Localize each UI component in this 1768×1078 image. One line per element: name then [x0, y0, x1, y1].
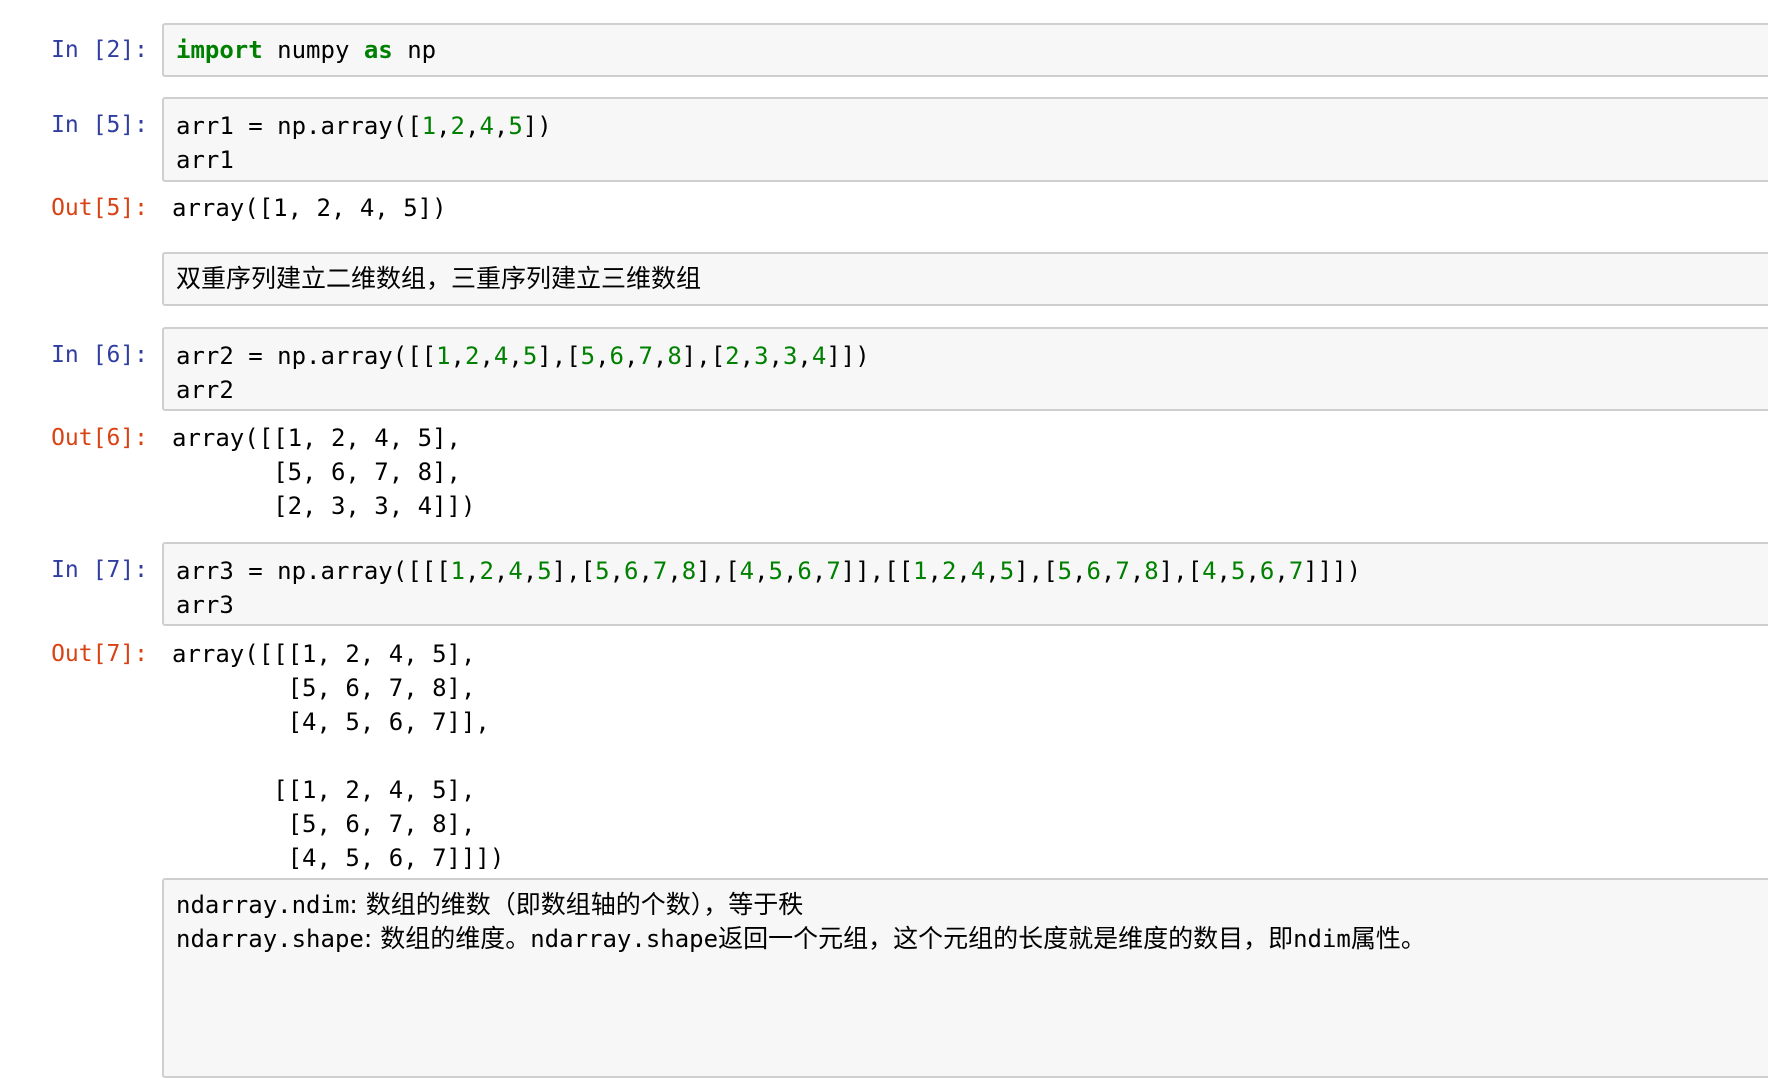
code-text: ]) — [522, 112, 552, 140]
code-line: import numpy as np — [176, 33, 436, 67]
number-literal: 4 — [811, 342, 827, 370]
number-literal: 4 — [1202, 557, 1217, 585]
number-literal: 1 — [436, 342, 451, 370]
inline-code: ndarray.shape — [176, 925, 364, 953]
number-literal: 5 — [508, 112, 523, 140]
number-literal: 1 — [421, 112, 437, 140]
code-text: numpy — [262, 36, 364, 64]
markdown-span: : 数组的维数（即数组轴的个数），等于秩 — [349, 890, 804, 919]
number-literal: 5 — [595, 557, 610, 585]
inline-code: ndarray.ndim — [176, 891, 350, 919]
input-prompt: In [5]: — [51, 112, 148, 138]
code-block: arr3 = np.array([[[1,2,4,5],[5,6,7,8],[4… — [176, 557, 1362, 619]
number-literal: 7 — [826, 557, 841, 585]
number-literal: 5 — [768, 557, 783, 585]
number-literal: 7 — [652, 557, 668, 585]
code-cell-arr2[interactable]: arr2 = np.array([[1,2,4,5],[5,6,7,8],[2,… — [162, 327, 1768, 411]
code-cell-import[interactable]: import numpy as np — [162, 23, 1768, 77]
number-literal: 8 — [1144, 557, 1159, 585]
code-cell-arr3[interactable]: arr3 = np.array([[[1,2,4,5],[5,6,7,8],[4… — [162, 542, 1768, 626]
markdown-span: 属性。 — [1350, 924, 1426, 953]
number-literal: 6 — [623, 557, 639, 585]
code-text: ]]]) — [1303, 557, 1362, 585]
number-literal: 7 — [1115, 557, 1130, 585]
code-text: arr2 — [176, 376, 234, 404]
number-literal: 5 — [1231, 557, 1246, 585]
code-text: arr3 — [176, 591, 234, 619]
code-text: arr2 = np.array([[ — [176, 342, 437, 370]
markdown-text: ndarray.ndim: 数组的维数（即数组轴的个数），等于秩 ndarray… — [176, 888, 1426, 956]
code-text: arr3 = np.array([[[ — [176, 557, 451, 585]
keyword: import — [176, 36, 263, 64]
inline-code: ndarray.shape — [530, 925, 719, 953]
number-literal: 5 — [999, 557, 1015, 585]
number-literal: 6 — [1259, 557, 1275, 585]
input-prompt: In [6]: — [51, 342, 148, 368]
number-literal: 7 — [638, 342, 653, 370]
number-literal: 5 — [537, 557, 552, 585]
number-literal: 2 — [941, 557, 957, 585]
code-text: np — [392, 36, 437, 64]
number-literal: 2 — [725, 342, 740, 370]
number-literal: 4 — [739, 557, 755, 585]
input-prompt: In [7]: — [51, 557, 148, 583]
inline-code: ndim — [1293, 925, 1351, 953]
code-text: arr1 — [176, 146, 234, 174]
code-block: arr1 = np.array([1,2,4,5]) arr1 — [176, 109, 552, 177]
number-literal: 8 — [667, 342, 682, 370]
number-literal: 3 — [782, 342, 798, 370]
number-literal: 6 — [797, 557, 812, 585]
input-prompt: In [2]: — [51, 37, 148, 63]
number-literal: 8 — [681, 557, 697, 585]
number-literal: 6 — [609, 342, 624, 370]
number-literal: 1 — [450, 557, 465, 585]
output-prompt: Out[6]: — [51, 425, 148, 451]
number-literal: 6 — [1086, 557, 1101, 585]
code-text: ]]) — [826, 342, 870, 370]
output-prompt: Out[7]: — [51, 641, 148, 667]
number-literal: 4 — [508, 557, 523, 585]
number-literal: 1 — [913, 557, 928, 585]
arr1-nums: 1,2,4,5 — [421, 112, 523, 140]
markdown-text: 双重序列建立二维数组，三重序列建立三维数组 — [176, 264, 702, 293]
code-block: arr2 = np.array([[1,2,4,5],[5,6,7,8],[2,… — [176, 342, 870, 404]
number-literal: 2 — [450, 112, 465, 140]
cell-output: array([[1, 2, 4, 5], [5, 6, 7, 8], [2, 3… — [172, 424, 476, 520]
keyword: as — [363, 36, 393, 64]
number-literal: 4 — [493, 342, 509, 370]
output-prompt: Out[5]: — [51, 195, 148, 221]
number-literal: 5 — [580, 342, 596, 370]
number-literal: 2 — [465, 342, 480, 370]
number-literal: 4 — [970, 557, 986, 585]
number-literal: 5 — [522, 342, 538, 370]
number-literal: 7 — [1288, 557, 1304, 585]
cell-output: array([[[1, 2, 4, 5], [5, 6, 7, 8], [4, … — [172, 640, 505, 872]
code-text: arr1 = np.array([ — [176, 112, 422, 140]
number-literal: 3 — [754, 342, 769, 370]
markdown-cell[interactable]: 双重序列建立二维数组，三重序列建立三维数组 — [162, 252, 1768, 306]
code-cell-arr1[interactable]: arr1 = np.array([1,2,4,5]) arr1 — [162, 97, 1768, 182]
number-literal: 2 — [479, 557, 494, 585]
markdown-span: : 数组的维度。 — [363, 924, 531, 953]
number-literal: 4 — [479, 112, 494, 140]
markdown-cell[interactable]: ndarray.ndim: 数组的维数（即数组轴的个数），等于秩 ndarray… — [162, 878, 1768, 1078]
number-literal: 5 — [1057, 557, 1073, 585]
cell-output: array([1, 2, 4, 5]) — [172, 194, 447, 222]
markdown-span: 返回一个元组，这个元组的长度就是维度的数目，即 — [718, 924, 1294, 953]
